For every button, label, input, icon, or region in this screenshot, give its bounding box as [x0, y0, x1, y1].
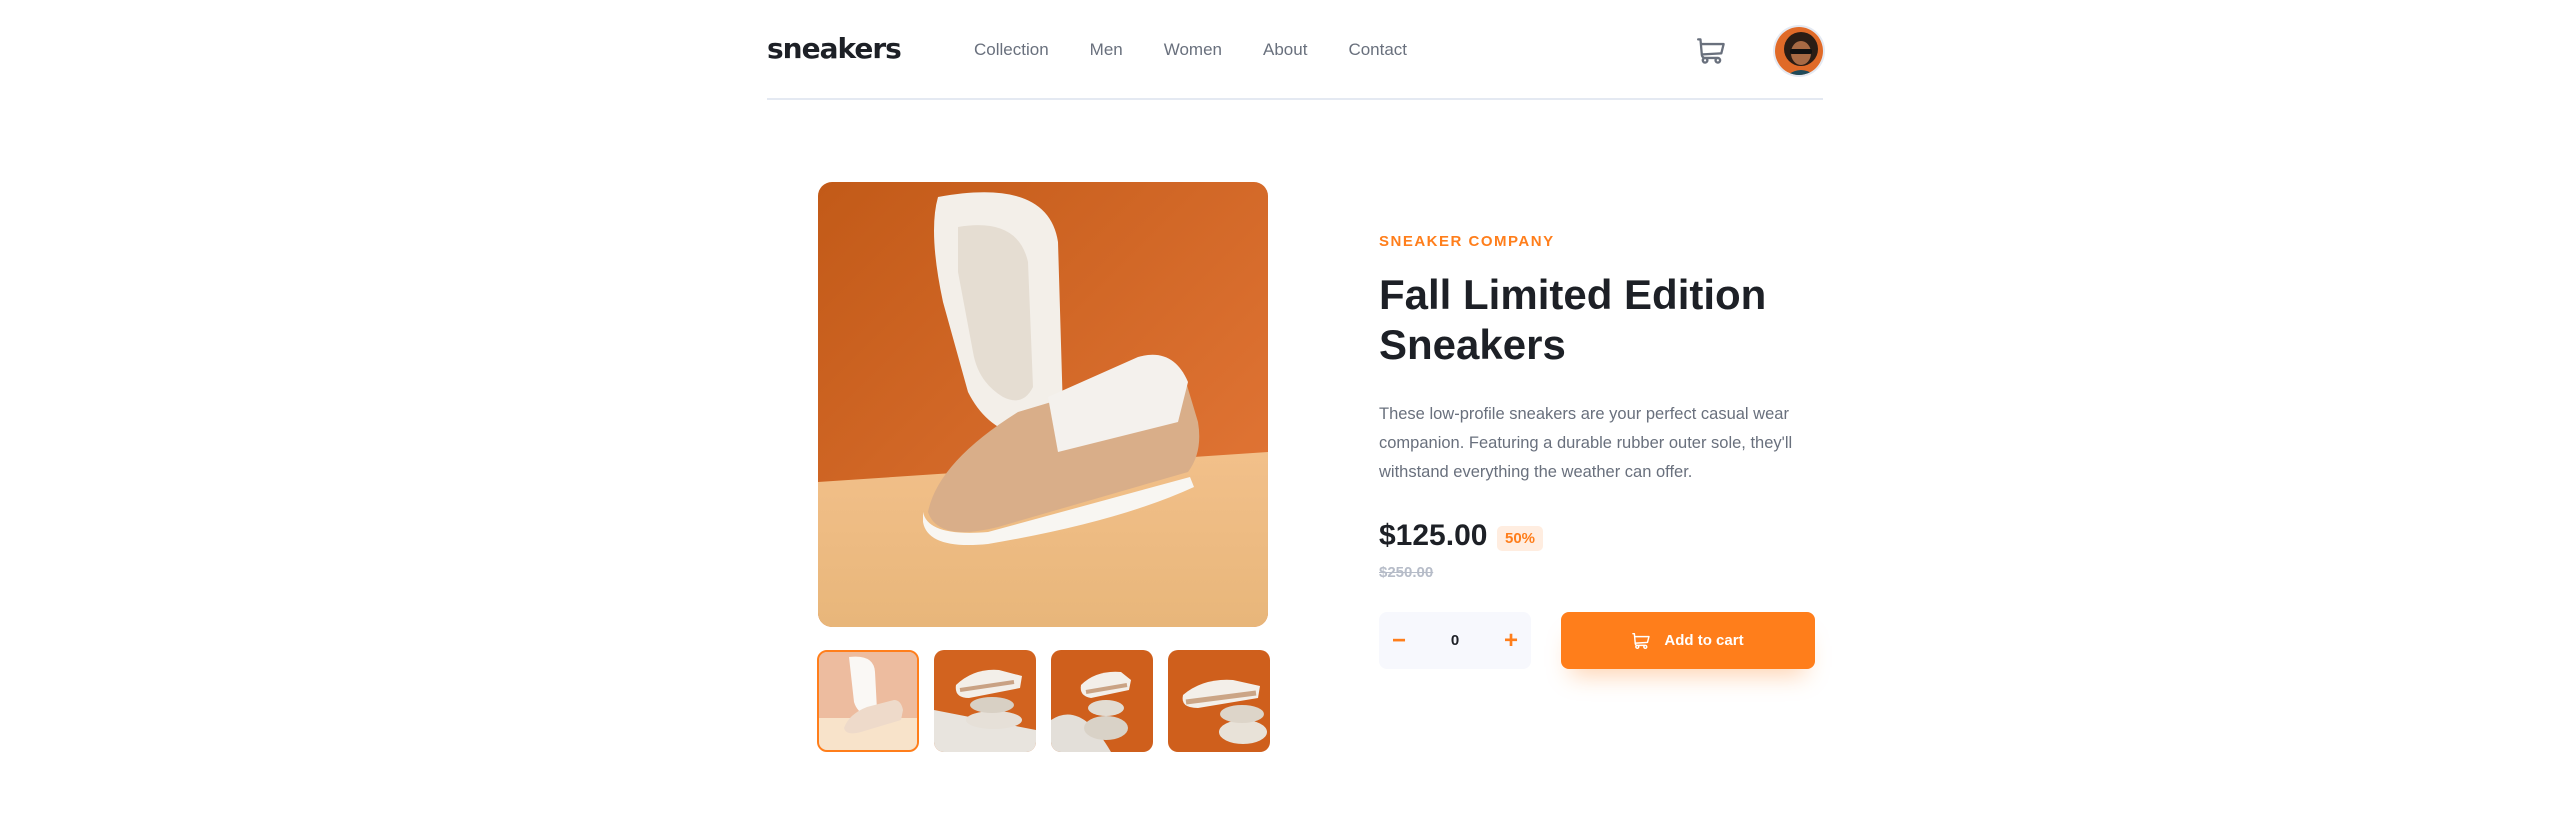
- main-product-image[interactable]: [818, 182, 1268, 627]
- decrease-quantity-button[interactable]: −: [1379, 612, 1419, 669]
- nav-men[interactable]: Men: [1090, 40, 1123, 60]
- nav-women[interactable]: Women: [1164, 40, 1222, 60]
- thumbnail-2[interactable]: [934, 650, 1036, 752]
- quantity-input[interactable]: [1419, 612, 1491, 669]
- thumbnail-strip: [817, 650, 1270, 752]
- cart-icon: [1632, 632, 1651, 649]
- quantity-stepper: − +: [1379, 612, 1531, 669]
- company-name: SNEAKER COMPANY: [1379, 233, 1555, 250]
- nav-about[interactable]: About: [1263, 40, 1307, 60]
- current-price: $125.00: [1379, 519, 1488, 552]
- thumbnail-3[interactable]: [1051, 650, 1153, 752]
- main-nav: Collection Men Women About Contact: [974, 40, 1448, 60]
- original-price: $250.00: [1379, 564, 1434, 581]
- thumbnail-4[interactable]: [1168, 650, 1270, 752]
- nav-collection[interactable]: Collection: [974, 40, 1049, 60]
- increase-quantity-button[interactable]: +: [1491, 612, 1531, 669]
- add-to-cart-button[interactable]: Add to cart: [1561, 612, 1815, 669]
- discount-badge: 50%: [1497, 526, 1544, 551]
- thumbnail-1[interactable]: [817, 650, 919, 752]
- cart-icon[interactable]: [1697, 38, 1725, 64]
- site-header: sneakers Collection Men Women About Cont…: [767, 0, 1825, 100]
- logo[interactable]: sneakers: [767, 32, 902, 65]
- add-to-cart-label: Add to cart: [1664, 632, 1744, 649]
- nav-contact[interactable]: Contact: [1348, 40, 1407, 60]
- product-description: These low-profile sneakers are your perf…: [1379, 405, 1793, 481]
- product-title: Fall Limited Edition Sneakers: [1379, 271, 1767, 368]
- avatar[interactable]: [1773, 25, 1825, 77]
